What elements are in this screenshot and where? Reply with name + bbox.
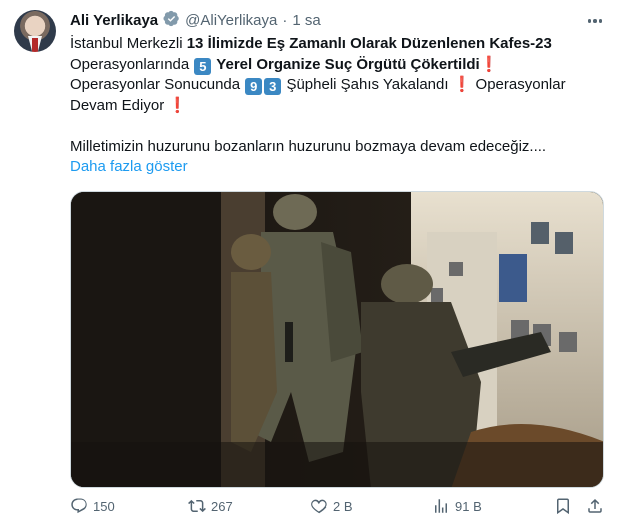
share-icon (586, 497, 604, 515)
tweet-line-5: Milletimizin huzurunu bozanların huzurun… (70, 137, 547, 155)
keycap-9: 9 (245, 78, 263, 95)
reply-count: 150 (93, 498, 115, 514)
tweet-text: İstanbul Merkezli 13 İlimizde Eş Zamanlı… (70, 34, 602, 178)
tweet-line-3: Operasyonlar Sonucunda 93 Şüpheli Şahıs … (70, 76, 566, 95)
tweet-video[interactable] (70, 191, 604, 488)
tweet-time[interactable]: 1 sa (292, 12, 320, 29)
more-dots-icon[interactable] (584, 10, 606, 32)
views-icon (432, 497, 450, 515)
tweet-actions: 150 267 2 B 91 B (70, 496, 604, 516)
views-count: 91 B (455, 498, 482, 514)
tweet-line-2: Operasyonlarında 5 Yerel Organize Suç Ör… (70, 55, 499, 75)
like-button[interactable]: 2 B (310, 496, 353, 516)
tweet-line-4: Devam Ediyor ❗ (70, 96, 188, 114)
repost-icon (188, 497, 206, 515)
reply-icon (70, 497, 88, 515)
reply-button[interactable]: 150 (70, 496, 115, 516)
keycap-5: 5 (194, 57, 212, 75)
exclamation-icon: ❗ (168, 96, 188, 114)
tweet-line-1: İstanbul Merkezli 13 İlimizde Eş Zamanlı… (70, 35, 552, 52)
repost-count: 267 (211, 498, 233, 514)
exclamation-icon: ❗ (452, 76, 472, 93)
author-name[interactable]: Ali Yerlikaya (70, 12, 158, 29)
keycap-3: 3 (264, 78, 282, 95)
exclamation-icon: ❗ (479, 55, 499, 73)
bookmark-button[interactable] (554, 496, 572, 516)
author-handle[interactable]: @AliYerlikaya (185, 12, 277, 29)
views-button[interactable]: 91 B (432, 496, 482, 516)
like-count: 2 B (333, 498, 353, 514)
share-button[interactable] (586, 496, 604, 516)
show-more-link[interactable]: Daha fazla göster (70, 157, 602, 178)
verified-badge-icon (163, 10, 180, 31)
tweet-header: Ali Yerlikaya @AliYerlikaya · 1 sa (70, 10, 321, 30)
heart-icon (310, 497, 328, 515)
author-avatar[interactable] (14, 10, 56, 52)
separator-dot: · (282, 11, 288, 29)
repost-button[interactable]: 267 (188, 496, 233, 516)
bookmark-icon (554, 497, 572, 515)
tweet[interactable]: Ali Yerlikaya @AliYerlikaya · 1 sa İstan… (0, 0, 620, 526)
